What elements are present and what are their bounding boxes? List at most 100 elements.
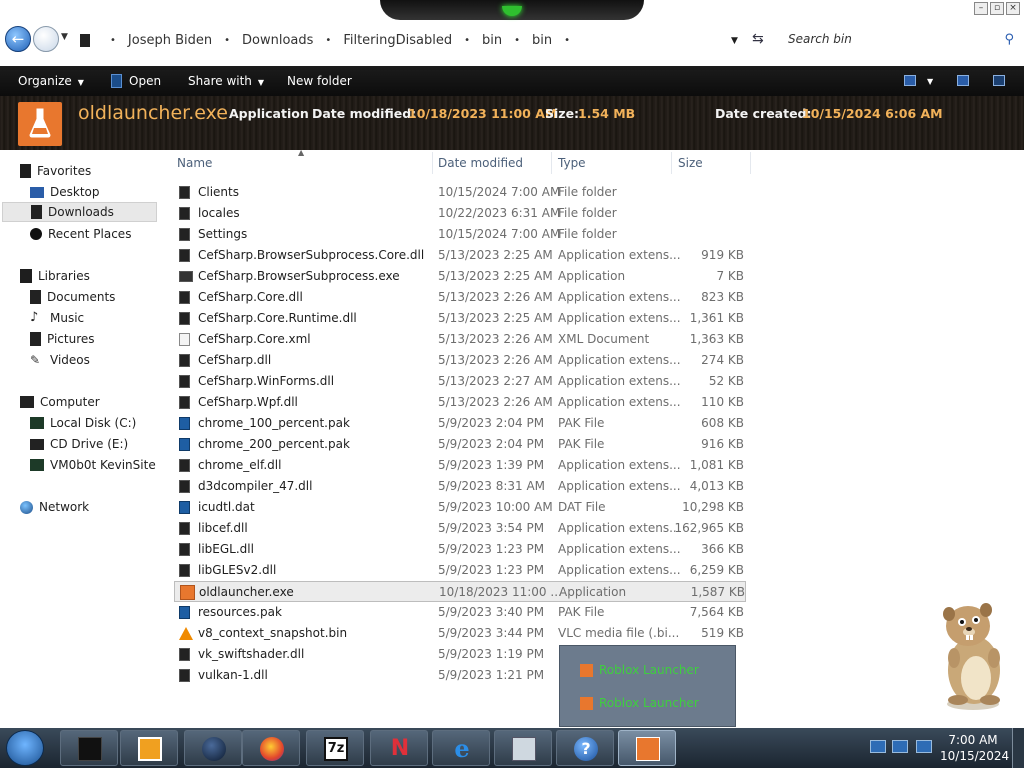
file-row[interactable]: chrome_elf.dll 5/9/2023 1:39 PM Applicatio… [174, 455, 746, 476]
breadcrumb-separator-icon[interactable]: • [224, 35, 230, 46]
file-row[interactable]: locales 10/22/2023 6:31 AM File folder [174, 203, 746, 224]
clock-time[interactable]: 7:00 AM [948, 733, 998, 747]
back-button[interactable]: ← [5, 26, 31, 52]
share-with-button[interactable]: Share with ▼ [188, 74, 264, 88]
view-dropdown-icon[interactable]: ▼ [927, 77, 933, 86]
change-view-icon[interactable] [904, 75, 916, 86]
file-size: 608 KB [701, 416, 744, 430]
nav-network[interactable]: Network [20, 497, 89, 517]
navigation-pane: Favorites Desktop Downloads Recent Place… [0, 152, 170, 728]
file-row[interactable]: libcef.dll 5/9/2023 3:54 PM Application ex… [174, 518, 746, 539]
tray-volume-icon[interactable] [916, 740, 932, 753]
tray-app-icon[interactable] [870, 740, 886, 753]
breadcrumb-separator-icon[interactable]: • [564, 35, 570, 46]
file-row[interactable]: libGLESv2.dll 5/9/2023 1:23 PM Application… [174, 560, 746, 581]
refresh-icon[interactable]: ⇆ [752, 31, 764, 47]
breadcrumb-item[interactable]: bin [482, 33, 502, 48]
taskbar-globe-app[interactable] [184, 730, 242, 766]
nav-cd-drive[interactable]: CD Drive (E:) [30, 434, 128, 454]
popup-item[interactable]: Roblox Launcher [580, 694, 699, 712]
breadcrumb-item[interactable]: Joseph Biden [128, 33, 212, 48]
file-row[interactable]: libEGL.dll 5/9/2023 1:23 PM Application ex… [174, 539, 746, 560]
date-created-value: 10/15/2024 6:06 AM [802, 106, 943, 121]
breadcrumb-separator-icon[interactable]: • [325, 35, 331, 46]
popup-item[interactable]: Roblox Launcher [580, 661, 699, 679]
address-dropdown-icon[interactable]: ▼ [731, 36, 738, 46]
file-row[interactable]: CefSharp.dll 5/13/2023 2:26 AM Application… [174, 350, 746, 371]
taskbar-media-player[interactable] [120, 730, 178, 766]
taskbar-help[interactable]: ? [556, 730, 614, 766]
selected-file-name: oldlauncher.exe [78, 102, 228, 124]
file-row[interactable]: Clients 10/15/2024 7:00 AM File folder [174, 182, 746, 203]
file-row[interactable]: CefSharp.BrowserSubprocess.Core.dll 5/13/… [174, 245, 746, 266]
breadcrumb-separator-icon[interactable]: • [514, 35, 520, 46]
file-row[interactable]: oldlauncher.exe 10/18/2023 11:00 ... Appli… [174, 581, 746, 602]
file-row[interactable]: Settings 10/15/2024 7:00 AM File folder [174, 224, 746, 245]
nav-local-disk[interactable]: Local Disk (C:) [30, 413, 136, 433]
breadcrumb-item[interactable]: bin [532, 33, 552, 48]
nav-pictures[interactable]: Pictures [30, 329, 95, 349]
file-row[interactable]: CefSharp.Core.Runtime.dll 5/13/2023 2:25 … [174, 308, 746, 329]
maximize-icon[interactable]: ▫ [990, 2, 1004, 15]
new-folder-button[interactable]: New folder [287, 74, 352, 88]
column-name[interactable]: Name [177, 156, 212, 170]
file-row[interactable]: chrome_100_percent.pak 5/9/2023 2:04 PM PA… [174, 413, 746, 434]
file-row[interactable]: CefSharp.Wpf.dll 5/13/2023 2:26 AM Applica… [174, 392, 746, 413]
column-type[interactable]: Type [558, 156, 586, 170]
breadcrumb-separator-icon[interactable]: • [464, 35, 470, 46]
file-row[interactable]: chrome_200_percent.pak 5/9/2023 2:04 PM PA… [174, 434, 746, 455]
file-size: 519 KB [701, 626, 744, 640]
file-row[interactable]: icudtl.dat 5/9/2023 10:00 AM DAT File 10,29… [174, 497, 746, 518]
nav-desktop[interactable]: Desktop [30, 182, 100, 202]
column-date-modified[interactable]: Date modified [438, 156, 523, 170]
minimize-icon[interactable]: – [974, 2, 988, 15]
tray-network-icon[interactable] [892, 740, 908, 753]
open-button[interactable]: Open [129, 74, 161, 88]
column-divider[interactable] [432, 152, 433, 174]
nav-documents[interactable]: Documents [30, 287, 115, 307]
taskbar-internet-explorer[interactable]: e [432, 730, 490, 766]
details-pane: oldlauncher.exe Application Date modifie… [0, 96, 1024, 150]
search-input[interactable]: Search bin ⚲ [784, 30, 1022, 50]
nav-videos[interactable]: ✎ Videos [30, 350, 90, 370]
file-row[interactable]: CefSharp.WinForms.dll 5/13/2023 2:27 AM Ap… [174, 371, 746, 392]
clock-date[interactable]: 10/15/2024 [940, 749, 1009, 763]
column-divider[interactable] [671, 152, 672, 174]
file-type: File folder [558, 227, 617, 241]
help-icon[interactable] [993, 75, 1005, 86]
show-desktop-button[interactable] [1012, 728, 1024, 768]
column-divider[interactable] [551, 152, 552, 174]
taskbar-n-app[interactable]: N [370, 730, 428, 766]
organize-button[interactable]: Organize ▼ [18, 74, 84, 88]
gopher-mascot-icon[interactable] [936, 600, 1010, 712]
file-row[interactable]: CefSharp.Core.xml 5/13/2023 2:26 AM XML Do… [174, 329, 746, 350]
breadcrumb-item[interactable]: Downloads [242, 33, 313, 48]
history-dropdown-icon[interactable]: ▼ [61, 32, 68, 42]
nav-libraries[interactable]: Libraries [20, 266, 90, 286]
taskbar-network-app[interactable] [494, 730, 552, 766]
breadcrumb-item[interactable]: FilteringDisabled [343, 33, 452, 48]
taskbar-explorer[interactable] [60, 730, 118, 766]
file-row[interactable]: CefSharp.BrowserSubprocess.exe 5/13/2023 … [174, 266, 746, 287]
nav-network-drive[interactable]: VM0b0t KevinSite [30, 455, 156, 475]
nav-computer[interactable]: Computer [20, 392, 100, 412]
nav-downloads[interactable]: Downloads [2, 202, 157, 222]
column-size[interactable]: Size [678, 156, 703, 170]
search-icon[interactable]: ⚲ [1004, 32, 1014, 47]
taskbar-firefox[interactable] [242, 730, 300, 766]
file-row[interactable]: resources.pak 5/9/2023 3:40 PM PAK File 7,5… [174, 602, 746, 623]
file-row[interactable]: CefSharp.Core.dll 5/13/2023 2:26 AM Applic… [174, 287, 746, 308]
taskbar-7zip[interactable]: 7z [306, 730, 364, 766]
start-button[interactable] [6, 730, 44, 766]
nav-recent-places[interactable]: Recent Places [30, 224, 131, 244]
taskbar-roblox-launcher[interactable] [618, 730, 676, 766]
nav-favorites[interactable]: Favorites [20, 161, 91, 181]
breadcrumb-separator-icon[interactable]: • [110, 35, 116, 46]
column-divider[interactable] [750, 152, 751, 174]
close-icon[interactable]: × [1006, 2, 1020, 15]
file-row[interactable]: v8_context_snapshot.bin 5/9/2023 3:44 PM V… [174, 623, 746, 644]
nav-music[interactable]: ♪ Music [30, 308, 84, 328]
preview-pane-icon[interactable] [957, 75, 969, 86]
forward-button[interactable] [33, 26, 59, 52]
file-row[interactable]: d3dcompiler_47.dll 5/9/2023 8:31 AM Applic… [174, 476, 746, 497]
